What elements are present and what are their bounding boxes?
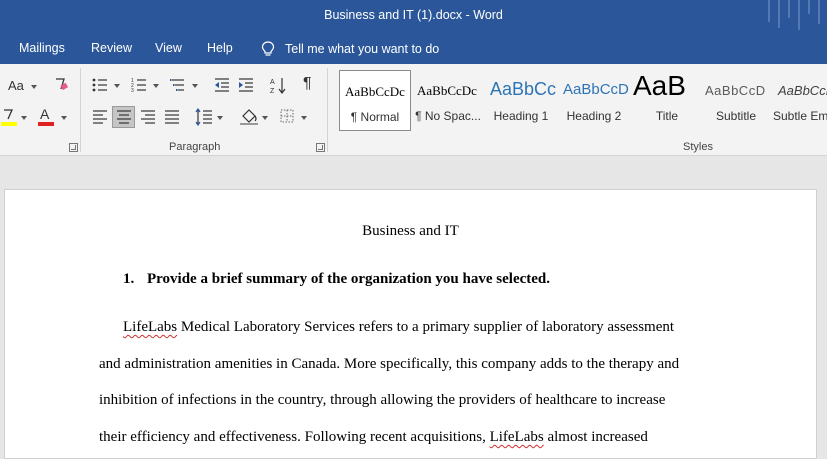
tell-me-search[interactable]: Tell me what you want to do [261, 41, 439, 57]
style-heading-1[interactable]: AaBbCc Heading 1 [485, 70, 557, 131]
tell-me-label: Tell me what you want to do [285, 42, 440, 56]
title-bar-decoration [768, 0, 820, 30]
align-left-icon[interactable] [92, 110, 108, 124]
svg-text:3: 3 [131, 88, 134, 93]
numbered-heading: 1. Provide a brief summary of the organiz… [123, 271, 550, 288]
line-text: inhibition of infections in the country,… [99, 392, 666, 408]
style-name: Subtitle [715, 109, 757, 123]
body-line: LifeLabs Medical Laboratory Services ref… [123, 319, 674, 336]
shading-dropdown-caret [262, 116, 268, 120]
align-center-icon [117, 110, 131, 124]
ribbon-tabs: Mailings Review View Help Tell me what y… [0, 34, 827, 64]
style-name: Heading 2 [566, 109, 622, 123]
line-spacing-icon[interactable] [195, 108, 213, 126]
change-case-label: Aa [8, 78, 24, 93]
style-normal[interactable]: AaBbCcDc ¶ Normal [339, 70, 411, 131]
spelling-flag[interactable]: LifeLabs [490, 429, 544, 445]
borders-dropdown-caret [301, 116, 307, 120]
line-text: their efficiency and effectiveness. Foll… [99, 429, 490, 445]
shading-icon[interactable] [240, 107, 258, 125]
style-name: Subtle Em... [773, 109, 827, 123]
style-subtle-emphasis[interactable]: AaBbCcDi Subtle Em... [773, 70, 827, 131]
styles-group-label: Styles [683, 141, 713, 153]
style-sample: AaBbCcDc [417, 83, 477, 98]
heading-text: Provide a brief summary of the organizat… [147, 271, 551, 287]
svg-text:A: A [270, 79, 275, 86]
font-dialog-launcher[interactable] [69, 143, 78, 152]
document-canvas: Business and IT 1. Provide a brief summar… [0, 157, 827, 459]
style-name: Title [655, 109, 679, 123]
highlight-dropdown-caret [21, 116, 27, 120]
tab-view[interactable]: View [155, 41, 182, 55]
change-case-dropdown-caret [31, 85, 37, 89]
tab-help[interactable]: Help [207, 41, 233, 55]
lightbulb-icon [261, 41, 275, 56]
ribbon-home: Aa A 123 A Z ¶ Paragraph AaBbCcDc ¶ Norm… [0, 64, 827, 156]
style-name: ¶ Normal [350, 110, 400, 124]
font-color-icon[interactable]: A [38, 107, 54, 127]
numbering-icon[interactable]: 123 [131, 77, 147, 93]
body-line: and administration amenities in Canada. … [99, 356, 679, 373]
justify-icon[interactable] [164, 110, 180, 124]
document-page[interactable]: Business and IT 1. Provide a brief summar… [4, 189, 817, 459]
style-title[interactable]: AaB Title [631, 70, 703, 131]
multilevel-dropdown-caret [192, 84, 198, 88]
decrease-indent-icon[interactable] [214, 77, 230, 93]
style-name: Heading 1 [493, 109, 549, 123]
line-text: and administration amenities in Canada. … [99, 356, 680, 372]
style-heading-2[interactable]: AaBbCcD Heading 2 [558, 70, 630, 131]
align-right-icon[interactable] [140, 110, 156, 124]
highlight-color-icon[interactable] [1, 107, 17, 127]
style-no-spacing[interactable]: AaBbCcDc ¶ No Spac... [412, 70, 484, 131]
paragraph-group-label: Paragraph [169, 141, 221, 153]
style-sample: AaBbCcD [563, 81, 629, 98]
style-sample: AaBbCcDc [345, 84, 405, 99]
bullets-icon[interactable] [92, 77, 108, 93]
style-sample: AaBbCcDi [778, 83, 827, 98]
style-subtitle[interactable]: AaBbCcD Subtitle [700, 70, 772, 131]
style-name: ¶ No Spac... [415, 109, 481, 123]
numbering-dropdown-caret [153, 84, 159, 88]
body-line: their efficiency and effectiveness. Foll… [99, 429, 648, 446]
style-sample: AaBbCcD [705, 83, 766, 98]
document-title: Business and IT [362, 223, 459, 239]
bullets-dropdown-caret [114, 84, 120, 88]
font-color-dropdown-caret [61, 116, 67, 120]
group-separator [327, 68, 328, 152]
increase-indent-icon[interactable] [238, 77, 254, 93]
sort-icon[interactable]: A Z [270, 76, 286, 94]
show-formatting-marks-icon[interactable]: ¶ [303, 75, 312, 93]
body-line: inhibition of infections in the country,… [99, 392, 665, 409]
line-text: almost increased [543, 429, 648, 445]
svg-text:Z: Z [270, 88, 275, 94]
window-title: Business and IT (1).docx - Word [324, 8, 503, 22]
svg-text:A: A [40, 107, 50, 122]
tab-review[interactable]: Review [91, 41, 132, 55]
align-center-button[interactable] [112, 106, 135, 128]
title-bar: Business and IT (1).docx - Word [0, 0, 827, 34]
clear-formatting-icon[interactable] [53, 76, 69, 92]
line-text: Medical Laboratory Services refers to a … [177, 319, 675, 335]
group-separator [80, 68, 81, 152]
change-case-button[interactable]: Aa [8, 78, 24, 93]
multilevel-list-icon[interactable] [170, 77, 186, 93]
paragraph-dialog-launcher[interactable] [316, 143, 325, 152]
heading-number: 1. [123, 271, 135, 287]
style-sample: AaBbCc [490, 79, 557, 99]
styles-gallery: AaBbCcDc ¶ Normal AaBbCcDc ¶ No Spac... … [336, 70, 827, 131]
tab-mailings[interactable]: Mailings [19, 41, 65, 55]
borders-icon[interactable] [280, 109, 294, 123]
line-spacing-dropdown-caret [217, 116, 223, 120]
style-sample: AaB [633, 70, 686, 101]
spelling-flag[interactable]: LifeLabs [123, 319, 177, 335]
